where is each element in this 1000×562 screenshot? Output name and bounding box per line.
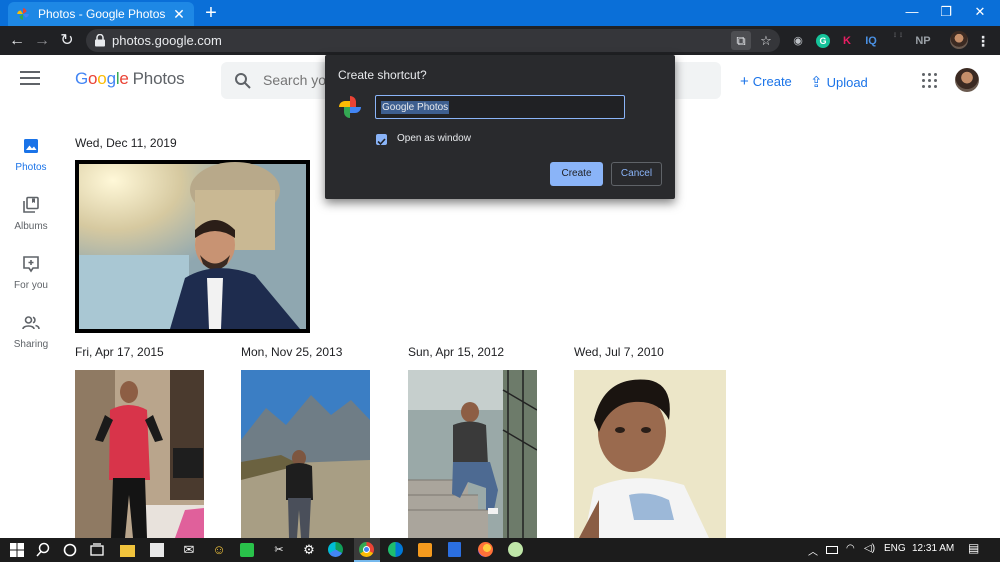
search-icon[interactable]	[34, 541, 52, 559]
selfie-photo	[79, 162, 306, 329]
new-tab-button[interactable]: +	[200, 2, 222, 24]
plus-icon: +	[740, 73, 749, 90]
sidebar-item-label: Albums	[14, 221, 48, 232]
main-menu-icon[interactable]	[20, 71, 40, 87]
notifications-icon[interactable]: ▤	[968, 541, 979, 555]
photo-thumbnail[interactable]	[75, 370, 204, 538]
open-as-window-label: Open as window	[397, 133, 471, 144]
browser-tab[interactable]: Photos - Google Photos ✕	[8, 2, 194, 26]
battery-icon[interactable]	[826, 546, 838, 554]
create-button[interactable]: + Create	[740, 73, 792, 90]
photo-thumbnail[interactable]	[574, 370, 726, 538]
language-indicator[interactable]: ENG	[884, 543, 906, 554]
wifi-icon[interactable]: ◠	[846, 543, 855, 554]
checkmark-icon	[377, 138, 386, 146]
sidebar-item-label: Photos	[15, 162, 47, 173]
photo-thumbnail[interactable]	[408, 370, 537, 538]
for-you-icon	[23, 256, 39, 273]
browser-menu-icon[interactable]: ⋮	[976, 32, 990, 50]
google-photos-favicon-icon	[17, 8, 29, 20]
shortcut-name-value: Google Photos	[381, 101, 450, 114]
forward-arrow-icon[interactable]: →	[31, 30, 53, 52]
windows-taskbar: ✉ ☺ ✂ ⚙ ︿ ◠ ◁) ENG 12:31 AM ▤	[0, 538, 1000, 562]
mail-icon[interactable]: ✉	[180, 541, 198, 559]
tab-title: Photos - Google Photos	[38, 7, 166, 21]
windows-start-icon[interactable]	[8, 541, 26, 559]
sidebar-item-label: For you	[14, 280, 48, 291]
dialog-create-button[interactable]: Create	[550, 162, 603, 186]
man-on-stairs-photo	[408, 370, 537, 538]
sidebar-item-sharing[interactable]: Sharing	[0, 314, 62, 350]
sidebar-item-albums[interactable]: Albums	[0, 196, 62, 232]
photo-thumbnail[interactable]	[75, 160, 310, 333]
shortcut-name-input[interactable]: Google Photos	[375, 95, 625, 119]
tool-icon[interactable]: ✂	[270, 541, 288, 559]
upload-icon: ⇪	[810, 74, 823, 91]
settings-gear-icon[interactable]: ⚙	[300, 541, 318, 559]
firefox-icon[interactable]	[478, 542, 493, 557]
group-date: Wed, Dec 11, 2019	[75, 136, 177, 150]
camera-extension-icon[interactable]: ◉	[790, 32, 806, 50]
profile-avatar[interactable]	[950, 31, 968, 49]
group-date: Fri, Apr 17, 2015	[75, 345, 164, 359]
tray-chevron-up-icon[interactable]: ︿	[808, 543, 818, 558]
browser-title-bar: Photos - Google Photos ✕ + — ❐ ✕	[0, 0, 1000, 26]
open-as-window-checkbox[interactable]	[376, 134, 387, 146]
group-date: Wed, Jul 7, 2010	[574, 345, 664, 359]
browser-toolbar: ← → ↻ photos.google.com ⧉ ☆ ◉ G K IQ ⋮⋮ …	[0, 26, 1000, 55]
volume-icon[interactable]: ◁)	[864, 543, 875, 554]
edge-chromium-icon[interactable]	[388, 542, 403, 557]
people-icon	[22, 316, 40, 330]
chrome-icon	[359, 542, 374, 557]
account-avatar[interactable]	[955, 68, 979, 92]
apps-grid-icon[interactable]	[922, 73, 937, 88]
photo-thumbnail[interactable]	[241, 370, 370, 538]
restore-button[interactable]: ❐	[929, 0, 963, 26]
chrome-taskbar-button[interactable]	[354, 538, 380, 562]
cortana-icon[interactable]	[61, 541, 79, 559]
paint-app-icon[interactable]	[508, 542, 523, 557]
sidebar-item-photos[interactable]: Photos	[0, 137, 62, 173]
minimize-button[interactable]: —	[895, 0, 929, 26]
task-view-icon[interactable]	[88, 541, 106, 559]
dialog-cancel-button[interactable]: Cancel	[611, 162, 662, 186]
sidebar-item-label: Sharing	[13, 339, 49, 350]
bookmark-star-icon[interactable]: ☆	[756, 31, 776, 50]
lock-icon	[95, 34, 105, 47]
edge-icon[interactable]	[328, 542, 343, 557]
store-icon[interactable]	[150, 543, 164, 557]
camtasia-icon[interactable]	[240, 543, 254, 557]
dialog-title: Create shortcut?	[338, 68, 427, 82]
docs-icon[interactable]	[448, 542, 461, 557]
iq-extension-icon[interactable]: IQ	[862, 32, 880, 50]
open-in-window-icon[interactable]: ⧉	[731, 31, 751, 50]
group-date: Sun, Apr 15, 2012	[408, 345, 505, 359]
clock[interactable]: 12:31 AM	[912, 543, 954, 554]
np-extension-icon[interactable]: NP	[914, 32, 932, 50]
google-photos-logo[interactable]: Google Photos	[75, 69, 185, 89]
tab-close-icon[interactable]: ✕	[172, 6, 186, 23]
man-in-red-vest-photo	[75, 370, 204, 538]
url-text: photos.google.com	[112, 33, 222, 48]
upload-button[interactable]: ⇪ Upload	[810, 73, 868, 91]
notes-app-icon[interactable]	[418, 543, 432, 557]
google-photos-pinwheel-icon	[339, 96, 361, 118]
group-date: Mon, Nov 25, 2013	[241, 345, 343, 359]
grammarly-extension-icon[interactable]: G	[815, 32, 831, 50]
albums-icon	[23, 196, 39, 213]
app-icon[interactable]: ☺	[210, 541, 228, 559]
mountain-photo	[241, 370, 370, 538]
search-icon	[235, 73, 251, 89]
css-extension-icon[interactable]: ⋮⋮	[890, 32, 906, 50]
address-bar[interactable]: photos.google.com ⧉ ☆	[86, 29, 780, 52]
file-explorer-icon[interactable]	[120, 545, 135, 557]
reload-icon[interactable]: ↻	[56, 30, 78, 52]
portrait-photo	[574, 370, 726, 538]
back-arrow-icon[interactable]: ←	[6, 30, 28, 52]
photo-icon	[24, 139, 38, 153]
sidebar-item-for-you[interactable]: For you	[0, 255, 62, 291]
k-extension-icon[interactable]: K	[840, 32, 854, 50]
close-window-button[interactable]: ✕	[963, 0, 997, 26]
create-shortcut-dialog: Create shortcut? Google Photos Open as w…	[325, 55, 675, 199]
